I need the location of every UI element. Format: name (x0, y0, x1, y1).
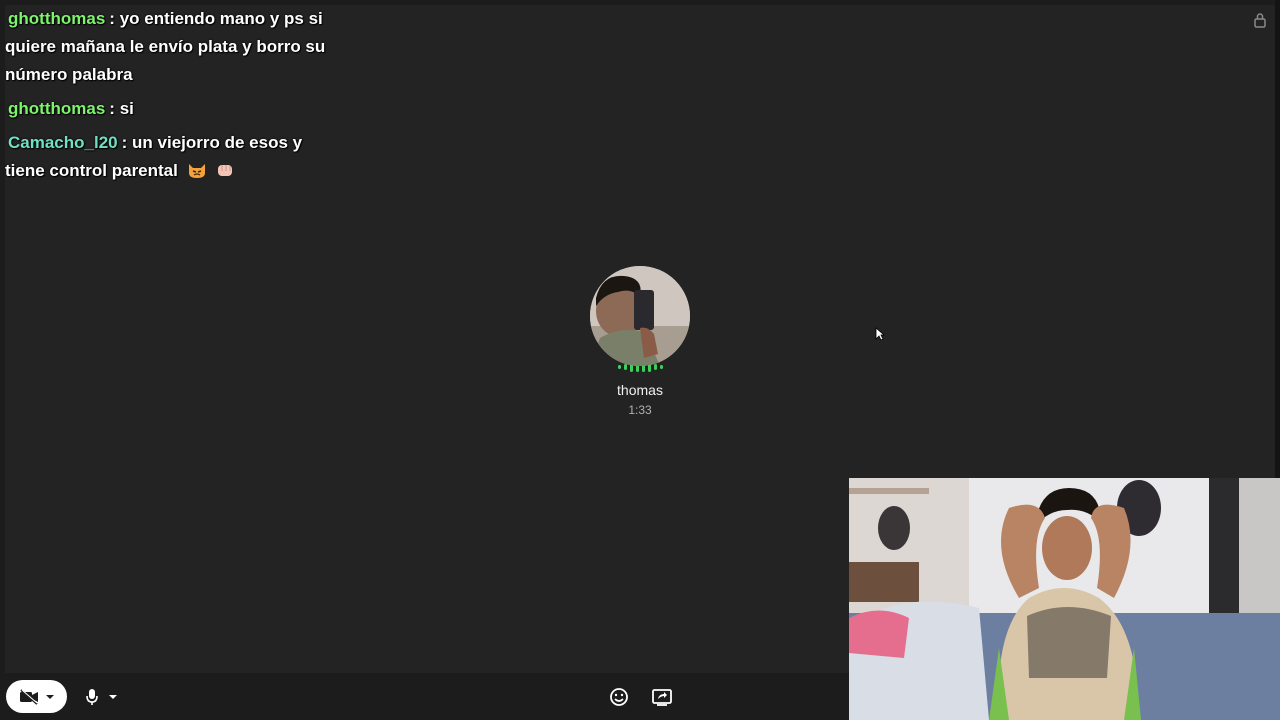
mic-toggle-button[interactable] (80, 681, 136, 713)
chevron-down-icon[interactable] (45, 694, 55, 700)
caller-name: thomas (617, 382, 663, 398)
chat-overlay: ghotthomas: yo entiendo mano y ps si qui… (5, 5, 345, 191)
lock-icon (1254, 13, 1266, 28)
pouting-cat-emoji (188, 164, 205, 178)
caller-panel: thomas 1:33 (590, 266, 690, 417)
mouse-cursor-icon (875, 327, 885, 341)
self-view-video[interactable] (849, 478, 1280, 720)
chat-separator: : (109, 99, 115, 118)
chevron-down-icon[interactable] (108, 694, 118, 700)
chat-separator: : (109, 9, 115, 28)
chat-separator: : (121, 133, 128, 152)
chat-text: si (119, 99, 134, 118)
call-duration: 1:33 (628, 403, 652, 417)
smiley-icon[interactable] (608, 686, 630, 708)
mic-icon (86, 689, 98, 705)
caller-avatar[interactable] (590, 266, 690, 366)
camera-off-icon (19, 688, 38, 705)
self-view-frame (849, 478, 1280, 720)
screen-share-icon[interactable] (651, 686, 673, 708)
fist-emoji (218, 165, 233, 176)
chat-username: ghotthomas (8, 9, 106, 28)
chat-username: ghotthomas (8, 99, 106, 118)
avatar-photo (590, 266, 690, 366)
chat-message: ghotthomas: si (5, 95, 345, 123)
chat-username: Camacho_l20 (8, 133, 118, 152)
chat-message: ghotthomas: yo entiendo mano y ps si qui… (5, 5, 345, 89)
chat-message: Camacho_l20: un viejorro de esos y tiene… (5, 129, 345, 185)
camera-toggle-button[interactable] (6, 680, 67, 713)
